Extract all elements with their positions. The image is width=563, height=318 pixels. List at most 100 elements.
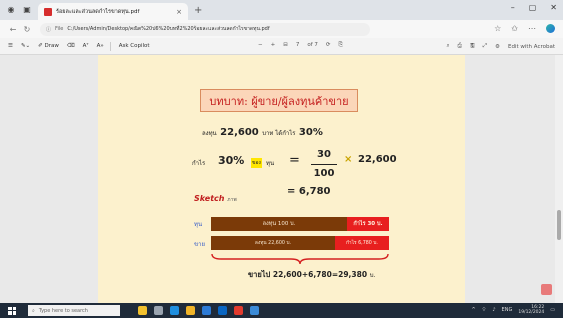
tab-close-icon[interactable]: ×: [176, 8, 182, 16]
erase-icon[interactable]: ⌫: [67, 43, 75, 49]
draw-label: Draw: [44, 43, 59, 49]
bar-capital-22600: ลงทุน 22,600 บ.: [211, 236, 335, 250]
search-placeholder: Type here to search: [38, 307, 88, 314]
volume-icon[interactable]: ♪: [492, 307, 495, 313]
pdf-icon: [44, 7, 52, 16]
minimize-button[interactable]: –: [511, 3, 515, 12]
close-window-button[interactable]: ✕: [550, 3, 557, 12]
title-bar: ◉ ▣ ร้อยละและส่วนลดกำไรขาดทุน.pdf × + – …: [0, 0, 563, 20]
zoom-in-button[interactable]: +: [271, 42, 276, 49]
bar-profit-30: กำไร 30 บ.: [347, 217, 389, 231]
scrollbar[interactable]: [555, 55, 563, 303]
row-label-sell: ขาย: [194, 241, 205, 248]
floating-action-icon[interactable]: [541, 284, 552, 295]
refresh-icon[interactable]: ↻: [20, 25, 34, 34]
address-actions: ☆ ✩ ⋯: [494, 24, 555, 33]
total-brace: [211, 253, 389, 265]
contents-icon[interactable]: ☰: [8, 43, 13, 49]
tab-pdf[interactable]: ร้อยละและส่วนลดกำไรขาดทุน.pdf ×: [38, 3, 188, 20]
settings-icon[interactable]: ⚙: [495, 44, 500, 50]
formula-amount: 22,600: [358, 154, 397, 165]
back-icon[interactable]: ←: [6, 25, 20, 34]
bar-capital-100: ลงทุน 100 บ.: [211, 217, 347, 231]
scrollbar-thumb[interactable]: [557, 210, 561, 240]
profit-percent: 30%: [298, 127, 323, 138]
new-tab-button[interactable]: +: [194, 5, 202, 16]
page-heading: บทบาท: ผู้ขาย/ผู้ลงทุนค้าขาย: [200, 89, 358, 112]
add-text-icon[interactable]: Aᵀ: [83, 43, 89, 49]
clock-date: 19/12/2024: [518, 310, 545, 315]
system-tray: ^ ⌔ ♪ ENG 16:22 19/12/2024 ▭: [471, 305, 555, 315]
print-icon[interactable]: ⎙: [458, 43, 462, 50]
language-indicator[interactable]: ENG: [502, 307, 513, 313]
url-input[interactable]: ⓘ File C:/Users/Admin/Desktop/คณิต%20ป6%…: [40, 22, 370, 36]
pdf-page: บทบาท: ผู้ขาย/ผู้ลงทุนค้าขาย ลงทุน 22,60…: [98, 55, 465, 303]
favorite-icon[interactable]: ☆: [494, 24, 501, 33]
fraction-denominator: 100: [313, 168, 335, 179]
fit-page-icon[interactable]: ⊟: [283, 42, 288, 49]
total-unit: บ.: [369, 272, 376, 279]
start-button[interactable]: [8, 306, 16, 315]
rotate-icon[interactable]: ⟳: [326, 42, 331, 49]
invest-amount: 22,600: [220, 127, 259, 138]
formula-capital: ทุน: [266, 160, 275, 167]
zoom-controls: − + ⊟ 7 of 7 ⟳ ⎘: [258, 42, 343, 49]
edge-icon[interactable]: [170, 306, 179, 315]
zoom-out-button[interactable]: −: [258, 42, 263, 49]
url-prefix: File: [55, 26, 64, 32]
times-sign: ×: [344, 154, 353, 165]
more-icon[interactable]: ⋯: [528, 24, 536, 33]
favorites-icon[interactable]: ✩: [511, 24, 518, 33]
profit-formula: กำไร 30% ของ ทุน = 30 100 × 22,600: [192, 149, 402, 187]
photos-icon[interactable]: [250, 306, 259, 315]
pdf-toolbar: ☰ ✎⌄ ✐ Draw ⌫ Aᵀ A» Ask Copilot − + ⊟ 7 …: [0, 38, 563, 55]
copilot-icon[interactable]: [546, 24, 555, 33]
total-text: ขายไป 22,600+6,780=29,380: [248, 270, 368, 279]
task-view-icon[interactable]: [154, 306, 163, 315]
profit-label: บาท ได้กำไร: [262, 130, 296, 137]
window-controls: – ▢ ✕: [511, 3, 557, 12]
file-explorer-icon[interactable]: [186, 306, 195, 315]
taskbar-apps: [138, 306, 259, 315]
search-icon[interactable]: ⌕: [446, 43, 449, 50]
weather-icon[interactable]: [138, 306, 147, 315]
ask-copilot-button[interactable]: Ask Copilot: [119, 43, 150, 49]
url-text: C:/Users/Admin/Desktop/คณิต%20ป6%20บทที่…: [67, 26, 270, 32]
sketch-sub: ภาพ: [227, 197, 237, 203]
tab-title: ร้อยละและส่วนลดกำไรขาดทุน.pdf: [56, 8, 140, 15]
fraction-bar: [311, 164, 337, 165]
save-icon[interactable]: 🖫: [470, 42, 475, 51]
sketch-word: Sketch: [194, 194, 225, 203]
taskbar: ⌕ Type here to search ^ ⌔ ♪ ENG 16:22 19…: [0, 303, 563, 318]
fraction-numerator: 30: [317, 149, 331, 160]
network-icon[interactable]: ⌔: [482, 307, 487, 313]
address-bar: ← ↻ ⓘ File C:/Users/Admin/Desktop/คณิต%2…: [0, 20, 563, 38]
tray-expand-icon[interactable]: ^: [471, 307, 475, 313]
expand-icon[interactable]: ⤢: [483, 43, 487, 50]
formula-lead: กำไร: [192, 160, 206, 167]
notification-icon[interactable]: ▭: [550, 307, 555, 313]
formula-result: = 6,780: [287, 186, 331, 197]
bar-profit-6780: กำไร 6,780 บ.: [335, 236, 389, 250]
store-icon[interactable]: [202, 306, 211, 315]
sketch-label: Sketch ภาพ: [194, 194, 237, 204]
document-area: บทบาท: ผู้ขาย/ผู้ลงทุนค้าขาย ลงทุน 22,60…: [0, 55, 563, 303]
read-aloud-icon[interactable]: A»: [97, 43, 104, 49]
mail-icon[interactable]: [218, 306, 227, 315]
invest-label: ลงทุน: [202, 130, 217, 137]
draw-button[interactable]: ✐ Draw: [38, 43, 59, 49]
pdf-toolbar-right: ⌕ ⎙ 🖫 ⤢ ⚙ Edit with Acrobat: [446, 42, 555, 51]
app-icon[interactable]: [234, 306, 243, 315]
page-total: of 7: [307, 42, 318, 48]
maximize-button[interactable]: ▢: [529, 3, 537, 12]
divider: [109, 41, 111, 51]
formula-highlight: ของ: [251, 158, 262, 168]
clock[interactable]: 16:22 19/12/2024: [518, 305, 544, 315]
page-view-icon[interactable]: ⎘: [339, 42, 343, 49]
edit-with-acrobat-button[interactable]: Edit with Acrobat: [508, 44, 555, 50]
tab-actions-icon[interactable]: ▣: [22, 5, 32, 15]
profile-icon[interactable]: ◉: [6, 5, 16, 15]
page-number-input[interactable]: 7: [296, 42, 300, 49]
taskbar-search-input[interactable]: ⌕ Type here to search: [28, 305, 120, 316]
highlight-icon[interactable]: ✎⌄: [21, 43, 30, 49]
